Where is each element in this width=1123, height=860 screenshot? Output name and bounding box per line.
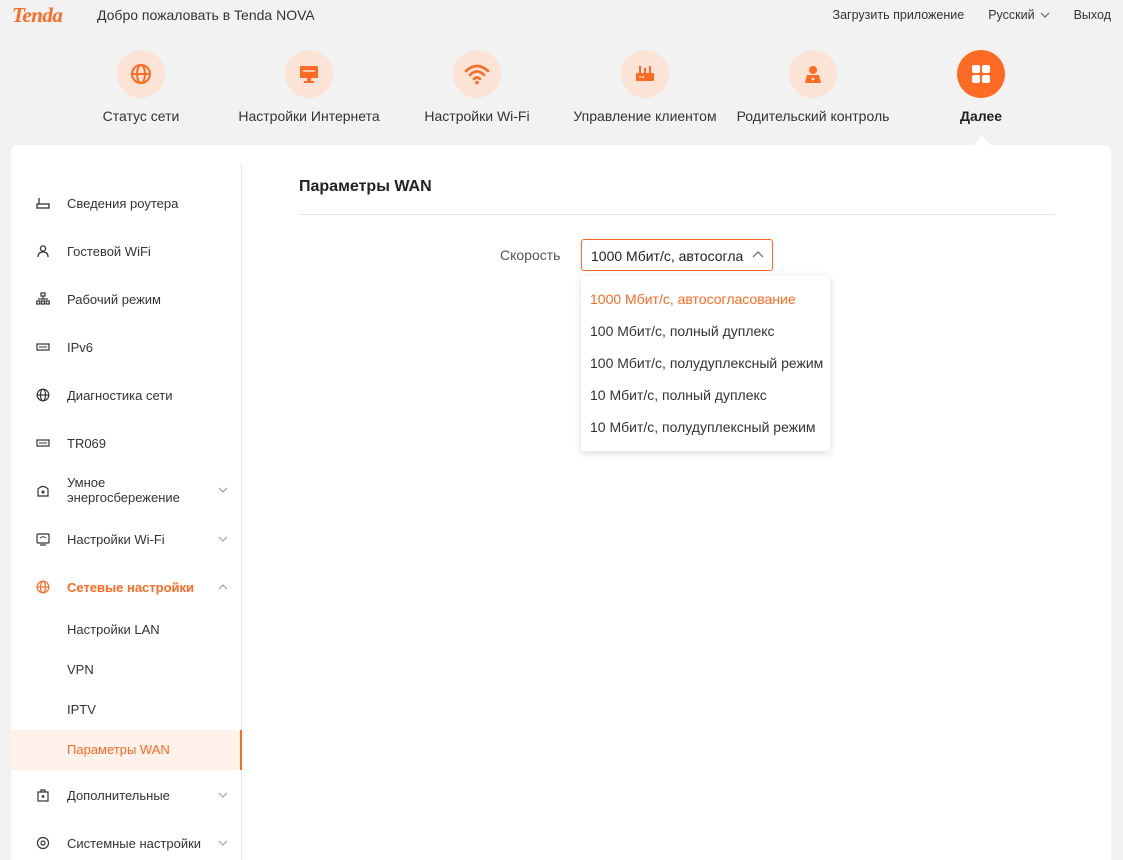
grid-icon: [957, 50, 1005, 98]
globe-icon: [35, 579, 51, 595]
wifi-settings-icon: [35, 531, 51, 547]
parent-icon: [789, 50, 837, 98]
sidebar-item-advanced[interactable]: Дополнительные: [11, 785, 242, 805]
sidebar-item-router-info[interactable]: Сведения роутера: [11, 193, 242, 213]
chevron-down-icon: [1040, 12, 1050, 18]
sidebar-item-label: Сетевые настройки: [67, 579, 195, 595]
sidebar-item-guest-wifi[interactable]: Гостевой WiFi: [11, 241, 242, 261]
sidebar-item-label: Умное энергосбережение: [67, 475, 180, 505]
nav-parental-control[interactable]: Родительский контроль: [728, 48, 898, 124]
sidebar-subitem-vpn[interactable]: VPN: [11, 650, 242, 690]
main-panel: Сведения роутера Гостевой WiFi Рабочий р…: [11, 145, 1111, 860]
logout-link[interactable]: Выход: [1074, 8, 1111, 22]
sidebar-item-work-mode[interactable]: Рабочий режим: [11, 289, 242, 309]
sidebar-item-diagnostics[interactable]: Диагностика сети: [11, 385, 242, 405]
sidebar-item-label: Настройки Wi-Fi: [67, 531, 165, 547]
sidebar-subitem-label: Параметры WAN: [67, 742, 170, 757]
sidebar-item-tr069[interactable]: TR069: [11, 433, 242, 453]
speed-option-100-full[interactable]: 100 Мбит/с, полный дуплекс: [590, 323, 775, 339]
speed-option-1000-auto[interactable]: 1000 Мбит/с, автосогласование: [590, 291, 796, 307]
sidebar-item-label: Дополнительные: [67, 787, 170, 803]
welcome-text: Добро пожаловать в Tenda NOVA: [97, 7, 315, 23]
sidebar-item-label-line1: Умное: [67, 475, 106, 490]
top-links: Загрузить приложение Русский Выход: [809, 8, 1111, 22]
sidebar-item-label: IPv6: [67, 339, 94, 355]
main-nav: Статус сети Настройки Интернета Настройк…: [0, 48, 1123, 138]
download-app-link[interactable]: Загрузить приложение: [833, 8, 965, 22]
speed-select-value: 1000 Мбит/с, автосогла: [591, 248, 744, 264]
chevron-down-icon: [218, 792, 228, 798]
sidebar-item-label: Диагностика сети: [67, 387, 173, 403]
active-nav-caret: [973, 136, 991, 145]
language-label: Русский: [988, 8, 1035, 22]
tenda-logo[interactable]: Tenda: [12, 3, 63, 28]
sidebar-item-wifi-settings[interactable]: Настройки Wi-Fi: [11, 529, 242, 549]
ipv6-icon: [35, 339, 51, 355]
nav-label: Родительский контроль: [736, 108, 890, 124]
sidebar-item-ipv6[interactable]: IPv6: [11, 337, 242, 357]
speed-select[interactable]: 1000 Мбит/с, автосогла: [581, 239, 773, 271]
sidebar-subitem-iptv[interactable]: IPTV: [11, 690, 242, 730]
sidebar-item-label: Рабочий режим: [67, 291, 161, 307]
guest-icon: [35, 243, 51, 259]
sidebar-item-system-settings[interactable]: Системные настройки: [11, 833, 242, 853]
chevron-up-icon: [218, 584, 228, 590]
language-select[interactable]: Русский: [988, 8, 1050, 22]
advanced-icon: [35, 787, 51, 803]
router-icon: [621, 50, 669, 98]
speed-label: Скорость: [500, 247, 561, 263]
speed-dropdown: 1000 Мбит/с, автосогласование 100 Мбит/с…: [581, 276, 830, 451]
router-info-icon: [35, 195, 51, 211]
nav-label: Статус сети: [102, 108, 180, 124]
network-mode-icon: [35, 291, 51, 307]
nav-more[interactable]: Далее: [896, 48, 1066, 124]
sidebar-subitem-lan[interactable]: Настройки LAN: [11, 610, 242, 650]
sidebar-subitem-label: Настройки LAN: [67, 622, 160, 637]
chevron-down-icon: [218, 840, 228, 846]
title-divider: [299, 214, 1055, 215]
tr069-icon: [35, 435, 51, 451]
nav-wifi-settings[interactable]: Настройки Wi-Fi: [392, 48, 562, 124]
power-save-icon: [35, 482, 51, 498]
page-title: Параметры WAN: [299, 178, 432, 195]
chevron-down-icon: [218, 487, 228, 493]
nav-label: Далее: [959, 108, 1003, 124]
nav-network-status[interactable]: Статус сети: [56, 48, 226, 124]
sidebar-item-label: Сведения роутера: [67, 195, 179, 211]
nav-label: Настройки Wi-Fi: [424, 108, 530, 124]
top-bar: Tenda Добро пожаловать в Tenda NOVA Загр…: [0, 0, 1123, 30]
sidebar-subitem-label: IPTV: [67, 702, 96, 717]
wifi-icon: [453, 50, 501, 98]
sidebar-item-label: Гостевой WiFi: [67, 243, 151, 259]
speed-option-100-half[interactable]: 100 Мбит/с, полудуплексный режим: [590, 355, 823, 371]
sidebar-item-label-line2: энергосбережение: [67, 490, 180, 505]
speed-option-10-half[interactable]: 10 Мбит/с, полудуплексный режим: [590, 419, 816, 435]
nav-internet-settings[interactable]: Настройки Интернета: [224, 48, 394, 124]
sidebar-item-label: TR069: [67, 435, 107, 451]
sidebar-item-power-save[interactable]: Умное энергосбережение: [11, 474, 242, 506]
nav-label: Управление клиентом: [573, 108, 717, 124]
system-icon: [35, 835, 51, 851]
sidebar: Сведения роутера Гостевой WiFi Рабочий р…: [11, 163, 242, 860]
chevron-down-icon: [218, 536, 228, 542]
sidebar-item-network-settings[interactable]: Сетевые настройки: [11, 577, 242, 597]
globe-icon: [117, 50, 165, 98]
sidebar-subitem-wan-params[interactable]: Параметры WAN: [11, 730, 242, 770]
speed-option-10-full[interactable]: 10 Мбит/с, полный дуплекс: [590, 387, 767, 403]
nav-client-management[interactable]: Управление клиентом: [560, 48, 730, 124]
sidebar-item-label: Системные настройки: [67, 835, 202, 851]
sidebar-subitem-label: VPN: [67, 662, 94, 677]
monitor-icon: [285, 50, 333, 98]
globe-icon: [35, 387, 51, 403]
nav-label: Настройки Интернета: [238, 108, 380, 124]
chevron-up-icon: [752, 251, 764, 258]
